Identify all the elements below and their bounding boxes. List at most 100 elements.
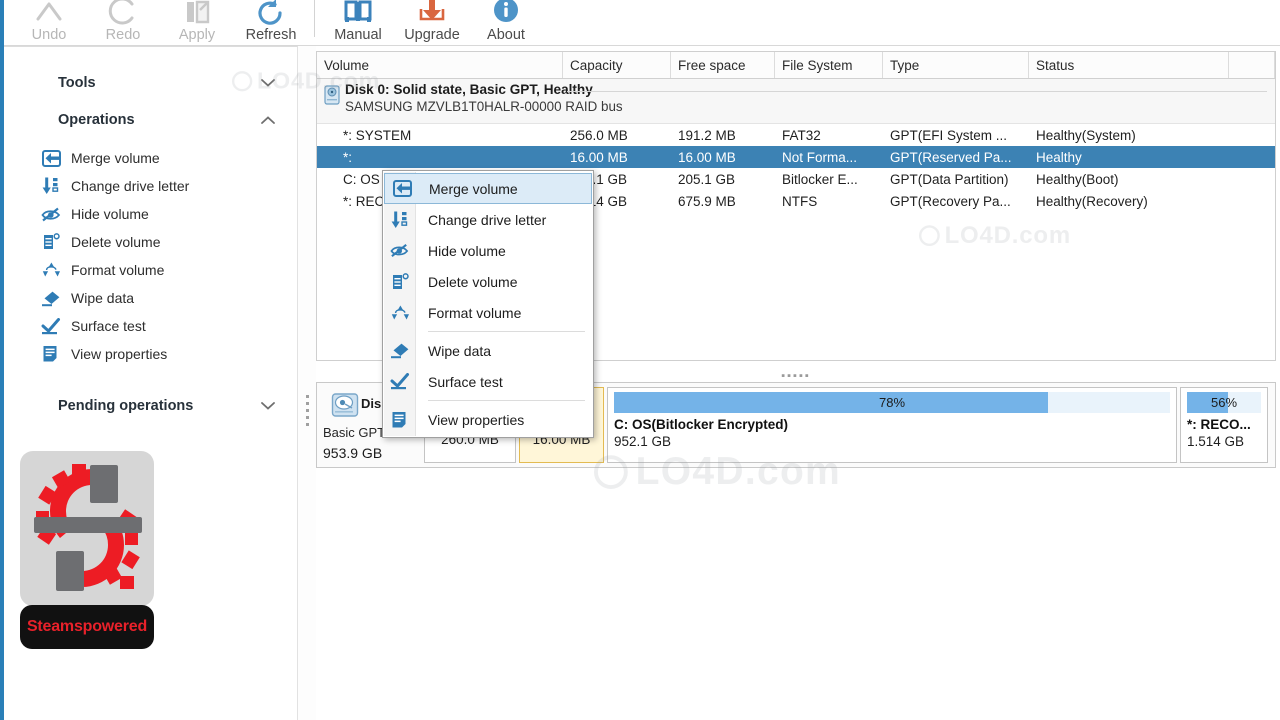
- gear-logo-icon: [34, 464, 142, 591]
- upgrade-label: Upgrade: [404, 26, 460, 43]
- column-header-free-space[interactable]: Free space: [671, 52, 775, 78]
- sidebar-item-label: Change drive letter: [71, 178, 190, 194]
- sidebar-item-hide-volume[interactable]: Hide volume: [4, 200, 297, 228]
- logo-caption: Steamspowered: [26, 618, 148, 635]
- sidebar-item-surface-test[interactable]: Surface test: [4, 312, 297, 340]
- sidebar-group-tools-label: Tools: [58, 74, 96, 91]
- cell-status: Healthy(Boot): [1036, 171, 1119, 187]
- table-row[interactable]: *: SYSTEM 256.0 MB 191.2 MB FAT32 GPT(EF…: [317, 124, 1275, 146]
- column-header-status[interactable]: Status: [1029, 52, 1229, 78]
- surface-test-icon: [390, 372, 410, 392]
- splitter-dot: [305, 422, 309, 426]
- about-button[interactable]: About: [469, 0, 543, 45]
- cell-type: GPT(Reserved Pa...: [890, 149, 1012, 165]
- table-row[interactable]: *: 16.00 MB 16.00 MB Not Forma... GPT(Re…: [317, 146, 1275, 168]
- manual-icon: [342, 0, 374, 26]
- partition-usage-bar: 56%: [1187, 392, 1261, 413]
- sidebar-item-merge-volume[interactable]: Merge volume: [4, 144, 297, 172]
- cell-free-space: 205.1 GB: [678, 171, 736, 187]
- partition-usage-percent: 56%: [1210, 395, 1238, 410]
- undo-label: Undo: [31, 26, 67, 43]
- partition-usage-percent: 78%: [878, 395, 906, 410]
- cell-capacity: 16.00 MB: [570, 149, 628, 165]
- cell-type: GPT(Data Partition): [890, 171, 1009, 187]
- refresh-icon: [256, 0, 286, 26]
- undo-button[interactable]: Undo: [12, 0, 86, 45]
- sidebar-item-delete-volume[interactable]: Delete volume: [4, 228, 297, 256]
- column-header-filler: [1229, 52, 1275, 78]
- disk-title: Disk 0: Solid state, Basic GPT, Healthy: [345, 82, 593, 97]
- sidebar-item-change-drive-letter[interactable]: Change drive letter: [4, 172, 297, 200]
- context-menu-item-label: Format volume: [428, 304, 522, 321]
- steamspowered-logo: Steamspowered: [20, 451, 154, 649]
- surface-test-icon: [40, 316, 62, 336]
- column-header-file-system[interactable]: File System: [775, 52, 883, 78]
- disk-header-rule: [567, 91, 1267, 92]
- sidebar-item-label: Merge volume: [71, 150, 160, 166]
- context-menu-item-delete-volume[interactable]: Delete volume: [383, 266, 593, 297]
- context-menu-item-wipe-data[interactable]: Wipe data: [383, 335, 593, 366]
- context-menu-item-surface-test[interactable]: Surface test: [383, 366, 593, 397]
- context-menu-item-hide-volume[interactable]: Hide volume: [383, 235, 593, 266]
- wipe-data-icon: [40, 288, 62, 308]
- context-menu-item-view-properties[interactable]: View properties: [383, 404, 593, 435]
- partition-label: *: RECO...: [1187, 417, 1251, 432]
- cell-type: GPT(Recovery Pa...: [890, 193, 1011, 209]
- disk-group-header[interactable]: Disk 0: Solid state, Basic GPT, Healthy …: [317, 79, 1275, 124]
- sidebar-operations-list: Merge volume Change drive letter Hide vo…: [4, 144, 297, 368]
- undo-icon: [34, 0, 64, 26]
- context-menu-item-label: View properties: [428, 411, 525, 428]
- sidebar-item-format-volume[interactable]: Format volume: [4, 256, 297, 284]
- wipe-data-icon: [390, 341, 410, 361]
- panel-splitter-handle[interactable]: [302, 390, 312, 430]
- column-header-type[interactable]: Type: [883, 52, 1029, 78]
- context-menu-item-change-drive-letter[interactable]: Change drive letter: [383, 204, 593, 235]
- chevron-down-icon: [261, 398, 275, 413]
- refresh-button[interactable]: Refresh: [234, 0, 308, 45]
- cell-file-system: Not Forma...: [782, 149, 858, 165]
- cell-type: GPT(EFI System ...: [890, 127, 1008, 143]
- context-menu-item-label: Delete volume: [428, 273, 518, 290]
- sidebar-item-label: Wipe data: [71, 290, 135, 306]
- about-label: About: [487, 26, 525, 43]
- merge-volume-icon: [40, 148, 62, 168]
- sidebar-group-pending-operations[interactable]: Pending operations: [4, 390, 297, 421]
- sidebar-item-label: Format volume: [71, 262, 165, 278]
- about-icon: [491, 0, 521, 26]
- column-header-capacity[interactable]: Capacity: [563, 52, 671, 78]
- manual-button[interactable]: Manual: [321, 0, 395, 45]
- redo-icon: [108, 0, 138, 26]
- upgrade-button[interactable]: Upgrade: [395, 0, 469, 45]
- splitter-dot: [305, 394, 309, 398]
- context-menu-item-format-volume[interactable]: Format volume: [383, 297, 593, 328]
- cell-file-system: Bitlocker E...: [782, 171, 858, 187]
- chevron-up-icon: [261, 112, 275, 127]
- view-properties-icon: [390, 410, 410, 430]
- partition-label: C: OS(Bitlocker Encrypted): [614, 417, 789, 432]
- apply-button[interactable]: Apply: [160, 0, 234, 45]
- context-menu-item-merge-volume[interactable]: Merge volume: [384, 173, 592, 204]
- column-header-volume[interactable]: Volume: [317, 52, 563, 78]
- delete-volume-icon: [40, 232, 62, 252]
- toolbar-separator: [314, 0, 315, 37]
- partition-size: 1.514 GB: [1187, 434, 1245, 449]
- redo-button[interactable]: Redo: [86, 0, 160, 45]
- cell-free-space: 191.2 MB: [678, 127, 736, 143]
- cell-free-space: 675.9 MB: [678, 193, 736, 209]
- disk-icon: [324, 85, 340, 110]
- cell-file-system: FAT32: [782, 127, 821, 143]
- partition-block[interactable]: 56% *: RECO... 1.514 GB: [1180, 387, 1268, 463]
- toolbar: Undo Redo Apply Refresh Manual Upgrade A…: [4, 0, 1280, 46]
- merge-volume-icon: [392, 179, 412, 199]
- disk-map-disk-size: 953.9 GB: [323, 445, 383, 461]
- sidebar-group-tools[interactable]: Tools: [4, 67, 297, 98]
- sidebar-item-view-properties[interactable]: View properties: [4, 340, 297, 368]
- delete-volume-icon: [390, 272, 410, 292]
- logo-caption-band: Steamspowered: [20, 605, 154, 649]
- sidebar-group-operations[interactable]: Operations: [4, 104, 297, 135]
- hide-volume-icon: [390, 241, 410, 261]
- apply-label: Apply: [178, 26, 216, 43]
- partition-block[interactable]: 78% C: OS(Bitlocker Encrypted) 952.1 GB: [607, 387, 1177, 463]
- sidebar-item-wipe-data[interactable]: Wipe data: [4, 284, 297, 312]
- context-menu-item-label: Hide volume: [428, 242, 506, 259]
